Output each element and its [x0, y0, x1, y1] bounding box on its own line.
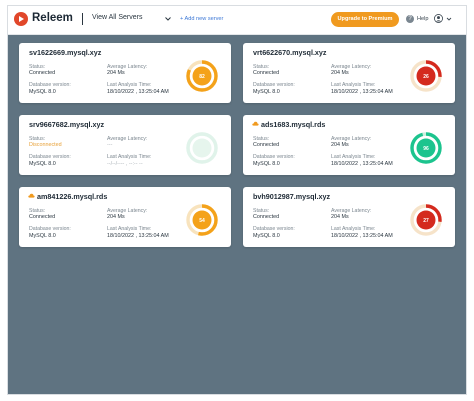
- help-link[interactable]: Help: [417, 16, 429, 22]
- db-version-label: Database version:: [29, 82, 71, 88]
- divider: [82, 13, 83, 25]
- brand-name[interactable]: Releem: [32, 12, 73, 24]
- add-new-server-link[interactable]: + Add new server: [180, 16, 223, 22]
- status-value: Connected: [29, 70, 56, 76]
- health-score-gauge: [186, 132, 218, 164]
- health-score-gauge: 26: [410, 60, 442, 92]
- health-score-gauge: 96: [410, 132, 442, 164]
- db-version-label: Database version:: [253, 226, 295, 232]
- avg-latency-value: ---: [107, 142, 113, 148]
- server-name[interactable]: sv1622669.mysql.xyz: [29, 48, 101, 57]
- chevron-down-icon[interactable]: [164, 15, 172, 23]
- last-analysis-value: --/--/---- , --:-- --: [107, 161, 143, 167]
- last-analysis-value: 18/10/2022 , 13:25:04 AM: [331, 233, 393, 239]
- status-value: Connected: [29, 214, 56, 220]
- db-version-value: MySQL 8.0: [253, 233, 280, 239]
- last-analysis-label: Last Analysis Time:: [331, 226, 376, 232]
- avg-latency-value: 204 Ms: [331, 142, 349, 148]
- last-analysis-label: Last Analysis Time:: [331, 82, 376, 88]
- app-window: Releem View All Servers + Add new server…: [8, 6, 466, 394]
- avg-latency-value: 204 Ms: [331, 214, 349, 220]
- user-avatar-icon[interactable]: [434, 14, 443, 23]
- chevron-down-icon[interactable]: [446, 16, 452, 22]
- avg-latency-value: 204 Ms: [107, 214, 125, 220]
- server-name[interactable]: vrt6622670.mysql.xyz: [253, 48, 327, 57]
- health-score-gauge: 82: [186, 60, 218, 92]
- db-version-label: Database version:: [29, 226, 71, 232]
- db-version-value: MySQL 8.0: [29, 89, 56, 95]
- server-card[interactable]: srv9667682.mysql.xyz Status: Disconnected D…: [19, 115, 231, 175]
- health-score-value: 26: [423, 74, 429, 80]
- server-name[interactable]: srv9667682.mysql.xyz: [29, 120, 104, 129]
- health-score-gauge: 27: [410, 204, 442, 236]
- server-name[interactable]: ads1683.mysql.rds: [261, 120, 325, 129]
- help-icon[interactable]: ?: [406, 15, 414, 23]
- status-value: Connected: [253, 214, 280, 220]
- last-analysis-value: 18/10/2022 , 13:25:04 AM: [107, 233, 169, 239]
- db-version-value: MySQL 8.0: [253, 89, 280, 95]
- cloud-icon: [252, 121, 259, 126]
- status-value: Connected: [253, 142, 280, 148]
- avg-latency-value: 204 Ms: [331, 70, 349, 76]
- server-name[interactable]: bvh9012987.mysql.xyz: [253, 192, 330, 201]
- db-version-value: MySQL 8.0: [29, 233, 56, 239]
- server-card[interactable]: ads1683.mysql.rds Status: Connected Databas…: [243, 115, 455, 175]
- db-version-value: MySQL 8.0: [29, 161, 56, 167]
- server-card[interactable]: am841226.mysql.rds Status: Connected Databa…: [19, 187, 231, 247]
- status-value: Connected: [253, 70, 280, 76]
- db-version-label: Database version:: [29, 154, 71, 160]
- server-card[interactable]: bvh9012987.mysql.xyz Status: Connected Data…: [243, 187, 455, 247]
- releem-logo-icon[interactable]: [14, 12, 28, 26]
- server-card[interactable]: vrt6622670.mysql.xyz Status: Connected Data…: [243, 43, 455, 103]
- health-score-value: 54: [199, 218, 205, 224]
- db-version-label: Database version:: [253, 82, 295, 88]
- cloud-icon: [28, 193, 35, 198]
- server-name[interactable]: am841226.mysql.rds: [37, 192, 107, 201]
- last-analysis-value: 18/10/2022 , 13:25:04 AM: [107, 89, 169, 95]
- health-score-gauge: 54: [186, 204, 218, 236]
- avg-latency-value: 204 Ms: [107, 70, 125, 76]
- status-value: Disconnected: [29, 142, 62, 148]
- health-score-value: 82: [199, 74, 205, 80]
- server-card[interactable]: sv1622669.mysql.xyz Status: Connected Datab…: [19, 43, 231, 103]
- last-analysis-label: Last Analysis Time:: [107, 154, 152, 160]
- upgrade-to-premium-button[interactable]: Upgrade to Premium: [331, 12, 399, 27]
- db-version-label: Database version:: [253, 154, 295, 160]
- avg-latency-label: Average Latency:: [107, 136, 148, 142]
- db-version-value: MySQL 8.0: [253, 161, 280, 167]
- health-score-value: 96: [423, 146, 429, 152]
- last-analysis-label: Last Analysis Time:: [107, 226, 152, 232]
- server-selector[interactable]: View All Servers: [92, 14, 172, 26]
- last-analysis-label: Last Analysis Time:: [107, 82, 152, 88]
- top-navigation-bar: Releem View All Servers + Add new server…: [8, 6, 466, 35]
- health-score-value: 27: [423, 218, 429, 224]
- last-analysis-value: 18/10/2022 , 13:25:04 AM: [331, 161, 393, 167]
- gauge-center: [192, 138, 212, 158]
- last-analysis-value: 18/10/2022 , 13:25:04 AM: [331, 89, 393, 95]
- last-analysis-label: Last Analysis Time:: [331, 154, 376, 160]
